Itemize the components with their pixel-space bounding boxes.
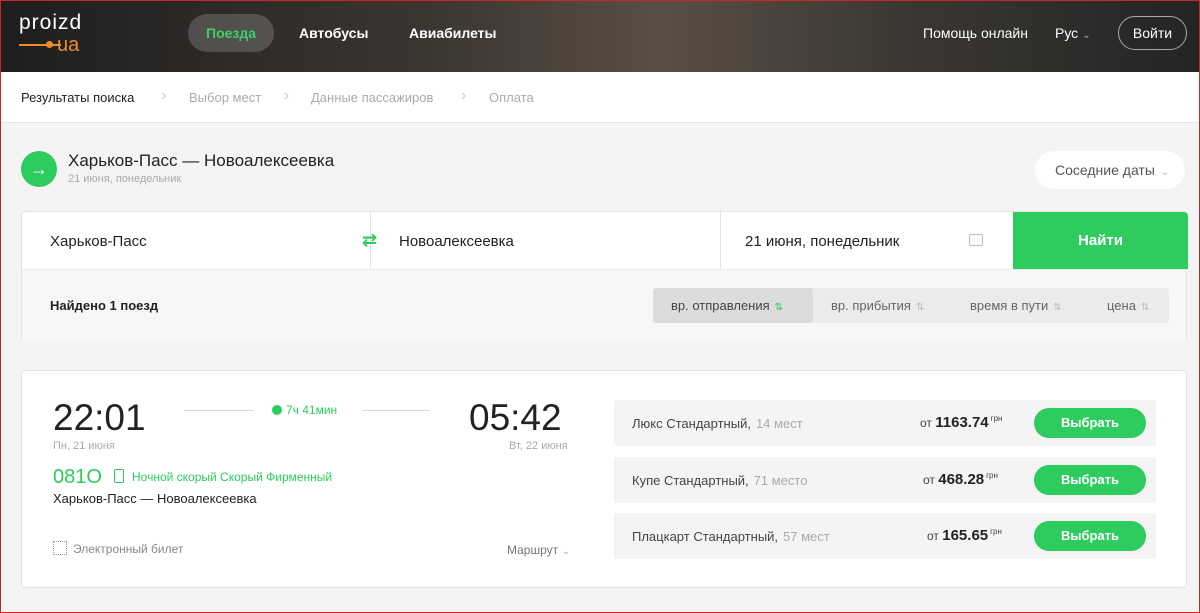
calendar-icon[interactable] <box>969 234 983 246</box>
chevron-right-icon: › <box>161 87 167 104</box>
route-toggle[interactable]: Маршрут ⌄ <box>507 543 570 557</box>
sort-price[interactable]: цена ⇅ <box>1107 288 1149 323</box>
seat-class-name: Плацкарт Стандартный, <box>632 529 779 544</box>
seat-price: от 1163.74 грн <box>920 414 1003 431</box>
sort-arrival[interactable]: вр. прибытия ⇅ <box>831 288 924 323</box>
seat-class-name: Люкс Стандартный, <box>632 416 751 431</box>
page-title: Харьков-Пасс — Новоалексеевка <box>68 151 335 170</box>
chevron-down-icon: ⌄ <box>1160 167 1170 178</box>
nearby-dates-label: Соседние даты <box>1055 162 1155 178</box>
currency: грн <box>990 414 1003 423</box>
choose-button[interactable]: Выбрать <box>1034 465 1146 495</box>
sort-price-label: цена <box>1107 298 1136 313</box>
sort-arrows-icon: ⇅ <box>915 302 925 313</box>
search-form: Харьков-Пасс ⇄ Новоалексеевка 21 июня, п… <box>21 211 1188 342</box>
currency: грн <box>986 471 998 480</box>
chevron-right-icon: › <box>461 87 467 104</box>
trip-duration: 7ч 41мин <box>272 403 337 417</box>
tab-trains[interactable]: Поезда <box>188 14 275 52</box>
results-count: Найдено 1 поезд <box>50 298 159 313</box>
arrival-date: Вт, 22 июня <box>509 440 568 452</box>
trip-duration-value: 7ч 41мин <box>286 403 338 417</box>
from-field[interactable]: Харьков-Пасс <box>50 212 147 269</box>
seat-class-row[interactable]: Плацкарт Стандартный, 57 мест от 165.65 гр… <box>614 513 1156 559</box>
breadcrumb: Результаты поиска › Выбор мест › Данные … <box>1 72 1199 123</box>
electronic-ticket-text: Электронный билет <box>73 542 184 556</box>
seat-price: от 165.65 грн <box>927 527 1002 544</box>
train-icon <box>114 469 124 483</box>
nearby-dates-dropdown[interactable]: Соседние даты ⌄ <box>1035 151 1185 189</box>
train-number: 081О <box>53 466 102 488</box>
train-route: Харьков-Пасс — Новоалексеевка <box>53 491 257 506</box>
language-label: Рус <box>1055 25 1079 41</box>
sort-arrows-icon: ⇅ <box>1140 302 1150 313</box>
sort-duration-label: время в пути <box>970 298 1049 313</box>
sort-arrows-icon: ⇅ <box>774 302 784 313</box>
seat-class-name: Купе Стандартный, <box>632 473 749 488</box>
departure-date: Пн, 21 июня <box>53 440 115 452</box>
sort-arrival-label: вр. прибытия <box>831 298 911 313</box>
date-field[interactable]: 21 июня, понедельник <box>745 212 899 269</box>
seat-class-row[interactable]: Люкс Стандартный, 14 мест от 1163.74 грн В… <box>614 400 1156 446</box>
sort-departure[interactable]: вр. отправления ⇅ <box>653 288 813 323</box>
breadcrumb-search-results[interactable]: Результаты поиска <box>21 90 134 105</box>
sort-options: вр. отправления ⇅ вр. прибытия ⇅ время в п… <box>653 288 1169 323</box>
sort-departure-label: вр. отправления <box>671 298 770 313</box>
logo-text-top: proizd <box>19 11 83 34</box>
route-date: 21 июня, понедельник <box>68 173 182 185</box>
login-button[interactable]: Войти <box>1118 16 1187 50</box>
breadcrumb-seat-selection: Выбор мест <box>189 90 262 105</box>
language-selector[interactable]: Рус ⌄ <box>1055 25 1091 41</box>
chevron-down-icon: ⌄ <box>1082 30 1091 41</box>
train-card: 22:01 Пн, 21 июня 7ч 41мин 05:42 Вт, 22 … <box>21 370 1187 588</box>
sort-arrows-icon: ⇅ <box>1053 302 1062 313</box>
currency: грн <box>990 527 1002 536</box>
results-toolbar: Найдено 1 поезд вр. отправления ⇅ вр. при… <box>22 269 1186 342</box>
choose-button[interactable]: Выбрать <box>1034 521 1146 551</box>
seat-price: от 468.28 грн <box>923 471 998 488</box>
train-type-tags: Ночной скорый Скорый Фирменный <box>132 470 333 484</box>
seat-count: 71 место <box>753 473 808 488</box>
breadcrumb-passenger-data: Данные пассажиров <box>311 90 434 105</box>
price-value: 468.28 <box>938 471 985 488</box>
help-online-link[interactable]: Помощь онлайн <box>923 25 1028 41</box>
clock-icon <box>272 405 282 415</box>
seat-count: 14 мест <box>755 416 803 431</box>
choose-button[interactable]: Выбрать <box>1034 408 1146 438</box>
sort-duration[interactable]: время в пути ⇅ <box>970 288 1062 323</box>
tab-buses[interactable]: Автобусы <box>281 14 386 52</box>
route-toggle-label: Маршрут <box>507 543 559 557</box>
chevron-right-icon: › <box>284 87 290 104</box>
find-button[interactable]: Найти <box>1013 212 1188 269</box>
chevron-down-icon: ⌄ <box>562 546 570 556</box>
to-field[interactable]: Новоалексеевка <box>399 212 514 269</box>
swap-icon[interactable]: ⇄ <box>362 230 377 251</box>
price-value: 1163.74 <box>935 414 989 431</box>
top-header: proizd ua Поезда Автобусы Авиабилеты Пом… <box>1 1 1199 72</box>
tab-flights[interactable]: Авиабилеты <box>391 14 515 52</box>
logo[interactable]: proizd ua <box>19 11 89 57</box>
logo-text-bottom: ua <box>57 34 80 56</box>
price-value: 165.65 <box>942 527 989 544</box>
seat-count: 57 мест <box>783 529 830 544</box>
breadcrumb-payment: Оплата <box>489 90 534 105</box>
departure-time: 22:01 <box>53 397 146 438</box>
seat-class-row[interactable]: Купе Стандартный, 71 место от 468.28 грн В… <box>614 457 1156 503</box>
electronic-ticket-label: Электронный билет <box>53 541 183 556</box>
qr-code-icon <box>53 541 67 555</box>
arrival-time: 05:42 <box>469 397 562 438</box>
arrow-right-icon: → <box>21 151 57 187</box>
